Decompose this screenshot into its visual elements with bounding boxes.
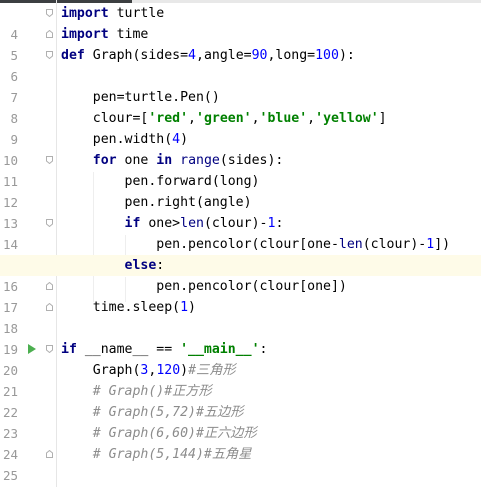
code-text: pen.pencolor(clour[one]) (156, 279, 347, 294)
code-line[interactable]: 22 # Graph()#正方形 (0, 381, 481, 420)
code-line[interactable]: 11 for one in range(sides): (0, 150, 481, 189)
code-line[interactable]: 18 time.sleep(1) (0, 297, 481, 336)
code-line[interactable]: 19 (0, 318, 481, 357)
run-icon[interactable] (28, 344, 36, 354)
code-comment: # Graph(5,144)#五角星 (61, 447, 252, 462)
fold-start-icon[interactable] (46, 219, 53, 227)
fold-start-icon[interactable] (46, 345, 53, 353)
fold-end-icon[interactable] (46, 303, 53, 311)
code-text: clour=['red','green','blue','yellow'] (61, 111, 387, 126)
code-line-current[interactable]: 16 else: (0, 255, 481, 294)
code-line[interactable]: 26 (0, 465, 481, 486)
code-line[interactable]: 24 # Graph(6,60)#正六边形 (0, 423, 481, 462)
code-line[interactable]: 21 Graph(3,120)#三角形 (0, 360, 481, 399)
code-line[interactable]: 5 import time (0, 24, 481, 63)
fold-start-icon[interactable] (46, 9, 53, 17)
fold-start-icon[interactable] (46, 51, 53, 59)
code-text: if one>len(clour)-1: (124, 216, 284, 231)
code-text: if __name__ == '__main__': (61, 342, 268, 357)
code-text: Graph(3,120)#三角形 (61, 363, 236, 378)
code-line[interactable]: 13 pen.right(angle) (0, 192, 481, 231)
fold-start-icon[interactable] (46, 156, 53, 164)
code-text: pen.width(4) (61, 132, 189, 147)
fold-end-icon[interactable] (46, 30, 53, 38)
code-text: pen.forward(long) (61, 174, 260, 189)
code-text: pen.right(angle) (61, 195, 252, 210)
code-line[interactable]: 7 (0, 66, 481, 105)
code-text: time.sleep(1) (61, 300, 196, 315)
code-line[interactable]: 23 # Graph(5,72)#五边形 (0, 402, 481, 441)
code-text: else: (124, 258, 165, 273)
code-comment: # Graph(5,72)#五边形 (61, 405, 244, 420)
code-line[interactable]: 10 pen.width(4) (0, 129, 481, 168)
code-line[interactable]: 9 clour=['red','green','blue','yellow'] (0, 108, 481, 147)
code-line[interactable]: 17 pen.pencolor(clour[one]) (0, 276, 481, 315)
code-text: for one in range(sides): (92, 153, 284, 168)
code-line[interactable]: 4 import turtle (0, 3, 481, 42)
code-line[interactable]: 15 pen.pencolor(clour[one-len(clour)-1]) (0, 234, 481, 273)
code-line[interactable]: 14 if one>len(clour)-1: (0, 213, 481, 252)
code-text: import turtle (61, 6, 165, 21)
fold-end-icon[interactable] (46, 282, 53, 290)
code-text: def Graph(sides=4,angle=90,long=100): (61, 48, 355, 63)
code-line[interactable]: 25 # Graph(5,144)#五角星 (0, 444, 481, 483)
code-line[interactable]: 12 pen.forward(long) (0, 171, 481, 210)
code-editor[interactable]: 4 import turtle 5 import time 6 def Grap… (0, 0, 481, 487)
code-line[interactable]: 20 if __name__ == '__main__': (0, 339, 481, 378)
code-line[interactable]: 6 def Graph(sides=4,angle=90,long=100): (0, 45, 481, 84)
fold-end-icon[interactable] (46, 450, 53, 458)
code-text: import time (61, 27, 149, 42)
code-text: pen=turtle.Pen() (61, 90, 220, 105)
code-text: pen.pencolor(clour[one-len(clour)-1]) (156, 237, 451, 252)
code-line[interactable]: 8 pen=turtle.Pen() (0, 87, 481, 126)
code-comment: # Graph(6,60)#正六边形 (61, 426, 257, 441)
code-comment: # Graph()#正方形 (61, 384, 212, 399)
